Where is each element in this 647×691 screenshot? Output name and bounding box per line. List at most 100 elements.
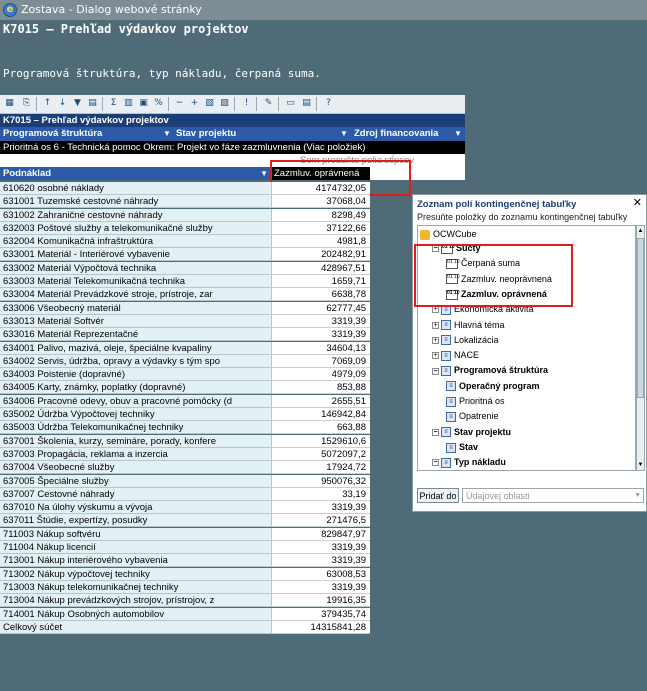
sort-ascending-icon[interactable]: ↑ [41, 97, 54, 110]
row-label[interactable]: 713003 Nákup telekomunikačnej techniky [0, 580, 271, 594]
row-label[interactable]: 637001 Školenia, kurzy, semináre, porady… [0, 434, 271, 448]
scroll-thumb[interactable] [637, 238, 644, 398]
field-list-item[interactable]: − ≡ Stav projektu [432, 426, 511, 439]
row-value[interactable]: 379435,74 [271, 607, 370, 621]
row-value[interactable]: 3319,39 [271, 501, 370, 515]
hide-details-icon[interactable]: ▧ [203, 97, 216, 110]
row-label[interactable]: 632004 Komunikačná infraštruktúra [0, 235, 271, 249]
row-value[interactable]: 1529610,6 [271, 434, 370, 448]
filter-field-project-status[interactable]: Stav projektu [176, 127, 236, 141]
row-value[interactable]: 146942,84 [271, 408, 370, 422]
row-value[interactable]: 4979,09 [271, 368, 370, 382]
row-value[interactable]: 62777,45 [271, 301, 370, 315]
expand-icon[interactable]: + [188, 97, 201, 110]
row-label[interactable]: 634005 Karty, známky, poplatky (dopravné… [0, 381, 271, 395]
row-label[interactable]: 637004 Všeobecné služby [0, 461, 271, 475]
row-label[interactable]: 637005 Špeciálne služby [0, 474, 271, 488]
row-value[interactable]: 37122,66 [271, 221, 370, 235]
add-to-button[interactable]: Pridať do [417, 488, 459, 503]
row-value[interactable]: 950076,32 [271, 474, 370, 488]
row-value[interactable]: 14315841,28 [271, 620, 370, 634]
row-value[interactable]: 63008,53 [271, 567, 370, 581]
row-label[interactable]: 634001 Palivo, mazivá, oleje, špeciálne … [0, 341, 271, 355]
row-value[interactable]: 2655,51 [271, 394, 370, 408]
row-label[interactable]: 711003 Nákup softvéru [0, 527, 271, 541]
expand-icon[interactable]: + [432, 306, 439, 314]
row-value[interactable]: 34604,13 [271, 341, 370, 355]
collapse-icon[interactable]: − [432, 428, 439, 436]
row-value[interactable]: 6638,78 [271, 288, 370, 302]
about-icon[interactable]: ▦ [3, 97, 16, 110]
row-label[interactable]: 634002 Servis, údržba, opravy a výdavky … [0, 354, 271, 368]
show-as-icon[interactable]: % [152, 97, 165, 110]
row-value[interactable]: 7069,09 [271, 354, 370, 368]
export-excel-icon[interactable]: ✎ [262, 97, 275, 110]
filter-field-program-structure[interactable]: Programová štruktúra [3, 127, 102, 141]
row-value[interactable]: 37068,04 [271, 195, 370, 209]
chevron-down-icon[interactable]: ▼ [163, 127, 171, 141]
row-label[interactable]: Celkový súčet [0, 620, 271, 634]
row-label[interactable]: 633016 Materiál Reprezentačné [0, 328, 271, 342]
calculated-totals-icon[interactable]: ▣ [137, 97, 150, 110]
filter-field-funding-source[interactable]: Zdroj financovania [354, 127, 438, 141]
row-value[interactable]: 428967,51 [271, 261, 370, 275]
row-value[interactable]: 663,88 [271, 421, 370, 435]
row-label[interactable]: 714001 Nákup Osobných automobilov [0, 607, 271, 621]
row-label[interactable]: 631002 Zahraničné cestovné náhrady [0, 208, 271, 222]
row-label[interactable]: 633013 Materiál Softvér [0, 314, 271, 328]
row-value[interactable]: 3319,39 [271, 314, 370, 328]
scroll-up-icon[interactable]: ▲ [637, 226, 644, 236]
row-value[interactable]: 4174732,05 [271, 182, 370, 195]
row-label[interactable]: 635003 Údržba Telekomunikačnej techniky [0, 421, 271, 435]
row-field-header[interactable]: Podnáklad ▼ [0, 167, 271, 180]
field-list-icon[interactable]: ▤ [300, 97, 313, 110]
row-label[interactable]: 713002 Nákup výpočtovej techniky [0, 567, 271, 581]
field-list-item[interactable]: ≡ Stav [446, 441, 478, 454]
row-value[interactable]: 1659,71 [271, 275, 370, 289]
autosum-icon[interactable]: Σ [107, 97, 120, 110]
field-list-item[interactable]: ≡ Prioritná os [446, 395, 505, 408]
chevron-down-icon[interactable]: ▼ [454, 127, 462, 141]
row-value[interactable]: 3319,39 [271, 328, 370, 342]
field-list-scrollbar[interactable]: ▲ ▼ [636, 225, 645, 471]
show-details-icon[interactable]: ▨ [218, 97, 231, 110]
row-label[interactable]: 610620 osobné náklady [0, 182, 271, 195]
cube-item[interactable]: OCWCube [420, 228, 477, 241]
row-value[interactable]: 202482,91 [271, 248, 370, 262]
collapse-icon[interactable]: − [432, 459, 439, 467]
field-list-item[interactable]: − ≡ Typ nákladu [432, 456, 506, 469]
refresh-icon[interactable]: ! [240, 97, 253, 110]
row-value[interactable]: 19916,35 [271, 594, 370, 608]
row-label[interactable]: 711004 Nákup licencií [0, 541, 271, 555]
row-value[interactable]: 3319,39 [271, 554, 370, 568]
row-label[interactable]: 631001 Tuzemské cestovné náhrady [0, 195, 271, 209]
chart-icon[interactable]: ▭ [284, 97, 297, 110]
row-label[interactable]: 713004 Nákup prevádzkových strojov, prís… [0, 594, 271, 608]
close-icon[interactable]: ✕ [633, 196, 642, 209]
row-label[interactable]: 634003 Poistenie (dopravné) [0, 368, 271, 382]
row-value[interactable]: 3319,39 [271, 541, 370, 555]
row-value[interactable]: 271476,5 [271, 514, 370, 528]
row-value[interactable]: 5072097,2 [271, 447, 370, 461]
field-list-item[interactable]: ≡ Operačný program [446, 380, 540, 393]
collapse-icon[interactable]: − [173, 97, 186, 110]
expand-icon[interactable]: + [432, 321, 439, 329]
row-value[interactable]: 829847,97 [271, 527, 370, 541]
help-icon[interactable]: ? [322, 97, 335, 110]
row-label[interactable]: 637007 Cestovné náhrady [0, 487, 271, 501]
row-label[interactable]: 635002 Údržba Výpočtovej techniky [0, 408, 271, 422]
subtotal-icon[interactable]: ▥ [122, 97, 135, 110]
row-label[interactable]: 713001 Nákup interiérového vybavenia [0, 554, 271, 568]
field-list-item[interactable]: + ≡ Hlavná téma [432, 319, 505, 332]
row-label[interactable]: 633003 Materiál Telekomunikačná technika [0, 275, 271, 289]
row-value[interactable]: 33,19 [271, 487, 370, 501]
expand-icon[interactable]: + [432, 352, 439, 360]
row-label[interactable]: 634006 Pracovné odevy, obuv a pracovné p… [0, 394, 271, 408]
row-label[interactable]: 633002 Materiál Výpočtová technika [0, 261, 271, 275]
row-label[interactable]: 637010 Na úlohy výskumu a vývoja [0, 501, 271, 515]
row-value[interactable]: 3319,39 [271, 580, 370, 594]
row-label[interactable]: 633004 Materiál Prevádzkové stroje, prís… [0, 288, 271, 302]
field-list-item[interactable]: + ≡ NACE [432, 349, 479, 362]
field-list-item[interactable]: + ≡ Lokalizácia [432, 334, 499, 347]
collapse-icon[interactable]: − [432, 367, 439, 375]
